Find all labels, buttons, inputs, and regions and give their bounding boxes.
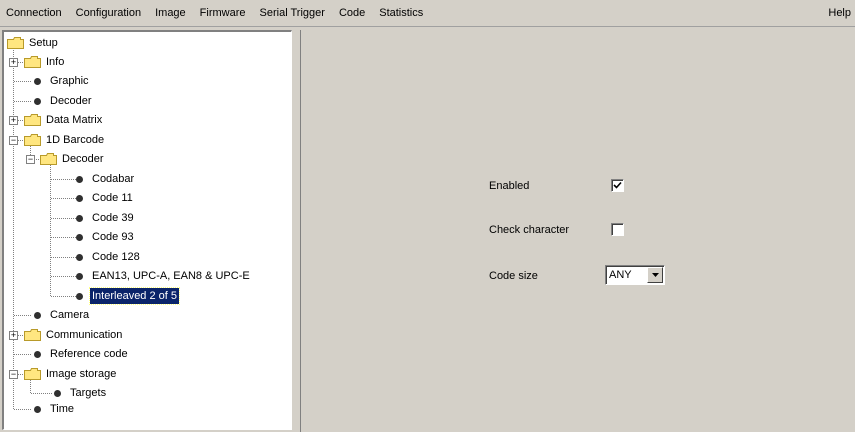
folder-icon [24,114,41,126]
plus-box-icon: + [10,115,17,125]
minus-box-icon: − [10,369,17,379]
tree-item-code-128[interactable]: Code 128 [76,248,142,266]
tree-item-interleaved-2-of-5[interactable]: Interleaved 2 of 5 [76,287,181,305]
menu-configuration[interactable]: Configuration [69,0,148,26]
tree-item-decoder[interactable]: Decoder [34,92,94,110]
tree-item-1d-decoder[interactable]: Decoder [40,150,106,168]
dropdown-button[interactable] [647,267,663,283]
tree-item-label: Code 93 [92,231,134,243]
code-size-select[interactable]: ANY [605,265,665,285]
bullet-icon [76,233,83,241]
tree-item-label: Data Matrix [46,114,103,126]
folder-icon [7,37,24,49]
tree-item-data-matrix[interactable]: Data Matrix [24,111,104,129]
setup-tree[interactable]: + + − − + − Setup Info Graphic Decoder D… [2,30,292,430]
tree-item-label-selected: Interleaved 2 of 5 [88,287,181,305]
tree-item-label: Communication [46,329,123,341]
code-size-value: ANY [609,269,632,281]
bullet-icon [76,194,83,202]
plus-box-icon: + [10,330,17,340]
chevron-down-icon [651,273,659,277]
bullet-icon [34,405,41,413]
tree-item-code-11[interactable]: Code 11 [76,189,135,207]
tree-item-camera[interactable]: Camera [34,306,91,324]
expand-communication-toggle[interactable]: + [9,331,18,340]
folder-icon [24,368,41,380]
collapse-image-storage-toggle[interactable]: − [9,370,18,379]
check-character-label: Check character [489,224,570,236]
tree-item-label: Setup [29,37,58,49]
folder-icon [24,56,41,68]
bullet-icon [76,214,83,222]
tree-item-graphic[interactable]: Graphic [34,72,91,90]
tree-item-label: Info [46,56,65,68]
tree-item-1d-barcode[interactable]: 1D Barcode [24,131,106,149]
folder-icon [24,134,41,146]
menu-statistics[interactable]: Statistics [372,0,430,26]
bullet-icon [76,253,83,261]
tree-item-codabar[interactable]: Codabar [76,170,136,188]
tree-item-reference-code[interactable]: Reference code [34,345,130,363]
tree-item-label: Targets [70,387,107,399]
bullet-icon [34,350,41,358]
menu-code[interactable]: Code [332,0,372,26]
bullet-icon [76,292,83,300]
bullet-icon [34,97,41,105]
enabled-checkbox[interactable] [611,179,624,192]
checkmark-icon [613,181,622,189]
tree-item-communication[interactable]: Communication [24,326,124,344]
collapse-decoder-toggle[interactable]: − [26,155,35,164]
folder-open-icon [40,153,57,165]
folder-icon [24,329,41,341]
minus-box-icon: − [10,135,17,145]
tree-item-label: EAN13, UPC-A, EAN8 & UPC-E [92,270,250,282]
tree-item-label: Code 39 [92,212,134,224]
bullet-icon [34,311,41,319]
bullet-icon [76,175,83,183]
tree-item-code-39[interactable]: Code 39 [76,209,136,227]
tree-item-label: Codabar [92,173,135,185]
tree-item-label: Camera [50,309,90,321]
expand-info-toggle[interactable]: + [9,58,18,67]
tree-item-label: 1D Barcode [46,134,105,146]
tree-item-label: Decoder [62,153,104,165]
plus-box-icon: + [10,57,17,67]
minus-box-icon: − [27,154,34,164]
tree-item-label: Code 128 [92,251,140,263]
tree-item-code-93[interactable]: Code 93 [76,228,136,246]
tree-item-time[interactable]: Time [34,400,76,418]
expand-data-matrix-toggle[interactable]: + [9,116,18,125]
tree-item-label: Reference code [50,348,128,360]
panel-splitter[interactable] [292,30,300,432]
tree-item-ean[interactable]: EAN13, UPC-A, EAN8 & UPC-E [76,267,252,285]
tree-item-setup[interactable]: Setup [7,34,60,52]
menu-serial-trigger[interactable]: Serial Trigger [253,0,332,26]
code-size-label: Code size [489,270,538,282]
settings-panel: Enabled Check character Code size ANY [300,30,855,432]
enabled-label: Enabled [489,180,530,192]
tree-item-info[interactable]: Info [24,53,66,71]
menu-connection[interactable]: Connection [0,0,69,26]
menu-image[interactable]: Image [148,0,193,26]
bullet-icon [54,389,61,397]
tree-item-label: Time [50,403,75,415]
bullet-icon [34,77,41,85]
tree-item-label: Decoder [50,95,92,107]
menu-firmware[interactable]: Firmware [193,0,253,26]
menu-bar: Connection Configuration Image Firmware … [0,0,855,27]
collapse-1d-barcode-toggle[interactable]: − [9,136,18,145]
tree-item-label: Image storage [46,368,117,380]
tree-item-label: Code 11 [92,192,133,204]
tree-item-image-storage[interactable]: Image storage [24,365,118,383]
menu-help[interactable]: Help [821,0,855,26]
check-character-checkbox[interactable] [611,223,624,236]
bullet-icon [76,272,83,280]
tree-item-label: Graphic [50,75,89,87]
